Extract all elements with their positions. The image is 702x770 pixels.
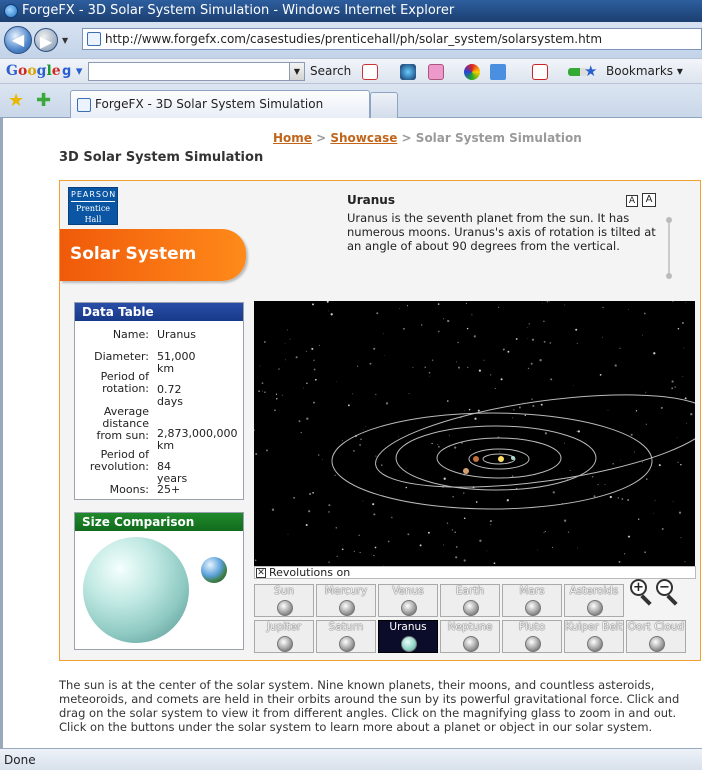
zoom-in-button[interactable]: +: [630, 579, 654, 607]
bookmarks-menu[interactable]: ★ Bookmarks ▾: [584, 62, 683, 81]
sun-icon: [277, 600, 293, 616]
instructions-text: The sun is at the center of the solar sy…: [59, 678, 680, 734]
breadcrumb-current: Solar System Simulation: [415, 131, 582, 145]
popup-blocker-icon[interactable]: [532, 64, 548, 80]
gmail-icon[interactable]: [362, 64, 378, 80]
planet-button-saturn[interactable]: Saturn: [316, 620, 376, 653]
history-dropdown-icon[interactable]: ▼: [62, 36, 68, 45]
google-logo: Google: [6, 63, 61, 79]
pearson-logo: PEARSON Prentice Hall: [68, 187, 118, 225]
planet-button-uranus[interactable]: Uranus: [378, 620, 438, 653]
tab-row: ★ ✚ ForgeFX - 3D Solar System Simulation: [0, 84, 702, 118]
earth-size-image: [201, 557, 227, 583]
google-search-button[interactable]: Search: [310, 62, 351, 81]
earth-icon: [463, 600, 479, 616]
planet-button-earth[interactable]: Earth: [440, 584, 500, 617]
data-table-panel: Data Table Name: Uranus Diameter: 51,000 k…: [74, 302, 244, 500]
planet-button-mars[interactable]: Mars: [502, 584, 562, 617]
planet-button-oort-cloud[interactable]: Oort Cloud: [626, 620, 686, 653]
size-comparison-panel: Size Comparison: [74, 512, 244, 650]
uranus-size-image: [83, 537, 189, 643]
ie-icon: [4, 4, 18, 18]
uranus-icon: [401, 636, 417, 652]
favorites-star-icon[interactable]: ★: [8, 90, 24, 111]
window-title-bar: ForgeFX - 3D Solar System Simulation - W…: [0, 0, 702, 22]
page-content: Home > Showcase > Solar System Simulatio…: [0, 118, 702, 748]
google-search-dropdown-icon[interactable]: ▼: [289, 62, 305, 81]
new-tab-button[interactable]: [370, 92, 398, 118]
venus-icon: [401, 600, 417, 616]
picasa-icon[interactable]: [464, 64, 480, 80]
solar-system-3d-view[interactable]: [254, 301, 695, 566]
page-title: 3D Solar System Simulation: [59, 150, 264, 165]
mars-icon: [525, 600, 541, 616]
back-button[interactable]: ◀: [4, 26, 32, 54]
planet-description: Uranus is the seventh planet from the su…: [347, 211, 656, 253]
planet-button-pluto[interactable]: Pluto: [502, 620, 562, 653]
simulation-frame: PEARSON Prentice Hall Solar System Uranu…: [59, 180, 701, 661]
tab-title: ForgeFX - 3D Solar System Simulation: [95, 97, 324, 111]
forward-button[interactable]: ▶: [34, 28, 58, 52]
zoom-in-icon: +: [630, 579, 647, 596]
asteroid-icon: [587, 600, 603, 616]
tab-forgefx[interactable]: ForgeFX - 3D Solar System Simulation: [70, 90, 370, 118]
google-toolbar: Google g ▾ ▼ Search ★ Bookmarks ▾: [0, 58, 702, 84]
font-large-button[interactable]: A: [642, 193, 656, 207]
description-scrollbar[interactable]: [666, 217, 672, 279]
planet-button-kuiper-belt[interactable]: Kuiper Belt: [564, 620, 624, 653]
window-title: ForgeFX - 3D Solar System Simulation - W…: [22, 3, 455, 18]
zoom-out-icon: −: [656, 579, 673, 596]
mercury-icon: [339, 600, 355, 616]
google-selector[interactable]: g ▾: [62, 62, 88, 81]
status-bar: Done: [0, 748, 702, 770]
plus-icon[interactable]: [490, 64, 506, 80]
revolutions-toggle[interactable]: ✕ Revolutions on: [254, 566, 696, 579]
size-comparison-title: Size Comparison: [75, 513, 243, 531]
jupiter-icon: [277, 636, 293, 652]
neptune-icon: [463, 636, 479, 652]
planet-name: Uranus: [347, 193, 395, 207]
oort-cloud-icon: [649, 636, 665, 652]
address-toolbar: ◀ ▶ ▼ http://www.forgefx.com/casestudies…: [0, 22, 702, 58]
font-small-button[interactable]: A: [626, 195, 638, 207]
planet-button-venus[interactable]: Venus: [378, 584, 438, 617]
revolutions-label: Revolutions on: [269, 566, 351, 579]
add-favorites-icon[interactable]: ✚: [36, 90, 51, 111]
saturn-icon: [339, 636, 355, 652]
zoom-out-button[interactable]: −: [656, 579, 680, 607]
google-search-input[interactable]: [88, 62, 290, 81]
globe-icon[interactable]: [400, 64, 416, 80]
pluto-icon: [525, 636, 541, 652]
data-table-title: Data Table: [75, 303, 243, 321]
breadcrumb-home-link[interactable]: Home: [273, 131, 312, 145]
planet-button-asteroids[interactable]: Asteroids: [564, 584, 624, 617]
solar-system-banner: Solar System: [60, 229, 246, 281]
tab-page-icon: [77, 98, 91, 112]
page-icon: [87, 32, 101, 46]
bookmark-icon[interactable]: [428, 64, 444, 80]
breadcrumb: Home > Showcase > Solar System Simulatio…: [273, 131, 582, 145]
planet-button-mercury[interactable]: Mercury: [316, 584, 376, 617]
star-icon: ★: [584, 62, 598, 80]
status-text: Done: [4, 753, 36, 767]
address-url: http://www.forgefx.com/casestudies/prent…: [105, 32, 603, 46]
planet-button-jupiter[interactable]: Jupiter: [254, 620, 314, 653]
breadcrumb-showcase-link[interactable]: Showcase: [330, 131, 397, 145]
kuiper-belt-icon: [587, 636, 603, 652]
planet-button-sun[interactable]: Sun: [254, 584, 314, 617]
revolutions-checkbox[interactable]: ✕: [256, 568, 266, 578]
address-bar[interactable]: http://www.forgefx.com/casestudies/prent…: [82, 28, 702, 50]
planet-button-neptune[interactable]: Neptune: [440, 620, 500, 653]
